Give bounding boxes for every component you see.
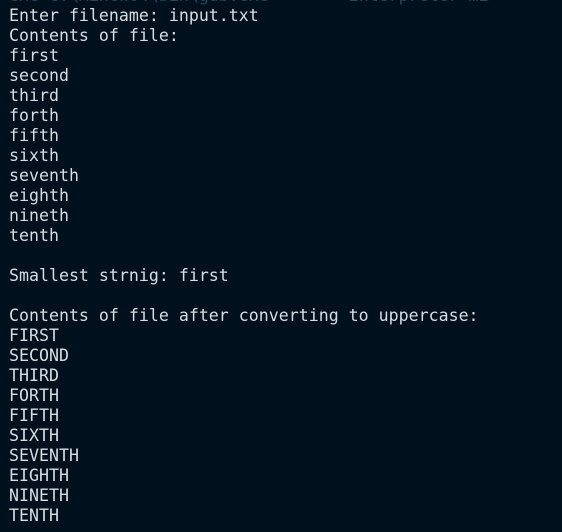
terminal-line-word-nineth-upper: NINETH (9, 486, 69, 505)
terminal-line-clipped-bottom-line: - - - - - - - - - - (9, 526, 562, 532)
terminal-line-word-tenth: tenth (9, 226, 59, 245)
terminal-line-word-sixth: sixth (9, 146, 59, 165)
terminal-window[interactable]: exe C:\MinGW64\bin\gdb.exe interpreter m… (0, 0, 562, 532)
terminal-line-word-tenth-upper: TENTH (9, 506, 59, 525)
terminal-line-heading-contents-uppercase: Contents of file after converting to upp… (9, 306, 479, 325)
terminal-line-heading-contents-of-file: Contents of file: (9, 26, 179, 45)
terminal-line-word-first-upper: FIRST (9, 326, 59, 345)
terminal-line-blank-2 (9, 286, 562, 306)
terminal-line-word-seventh-upper: SEVENTH (9, 446, 79, 465)
terminal-scrollback[interactable]: exe C:\MinGW64\bin\gdb.exe interpreter m… (0, 0, 562, 532)
terminal-line-word-forth-upper: FORTH (9, 386, 59, 405)
terminal-line-prompt-enter-filename: Enter filename: input.txt (9, 6, 259, 25)
terminal-line-word-first: first (9, 46, 59, 65)
terminal-line-word-fifth-upper: FIFTH (9, 406, 59, 425)
terminal-line-word-third: third (9, 86, 59, 105)
terminal-line-word-second: second (9, 66, 69, 85)
terminal-line-word-forth: forth (9, 106, 59, 125)
terminal-line-word-nineth: nineth (9, 206, 69, 225)
terminal-line-word-second-upper: SECOND (9, 346, 69, 365)
terminal-line-word-eighth-upper: EIGHTH (9, 466, 69, 485)
terminal-line-word-sixth-upper: SIXTH (9, 426, 59, 445)
terminal-line-word-fifth: fifth (9, 126, 59, 145)
terminal-line-result-smallest-string: Smallest strnig: first (9, 266, 229, 285)
terminal-line-word-seventh: seventh (9, 166, 79, 185)
terminal-line-blank-1 (9, 246, 562, 266)
terminal-line-word-eighth: eighth (9, 186, 69, 205)
terminal-line-word-third-upper: THIRD (9, 366, 59, 385)
